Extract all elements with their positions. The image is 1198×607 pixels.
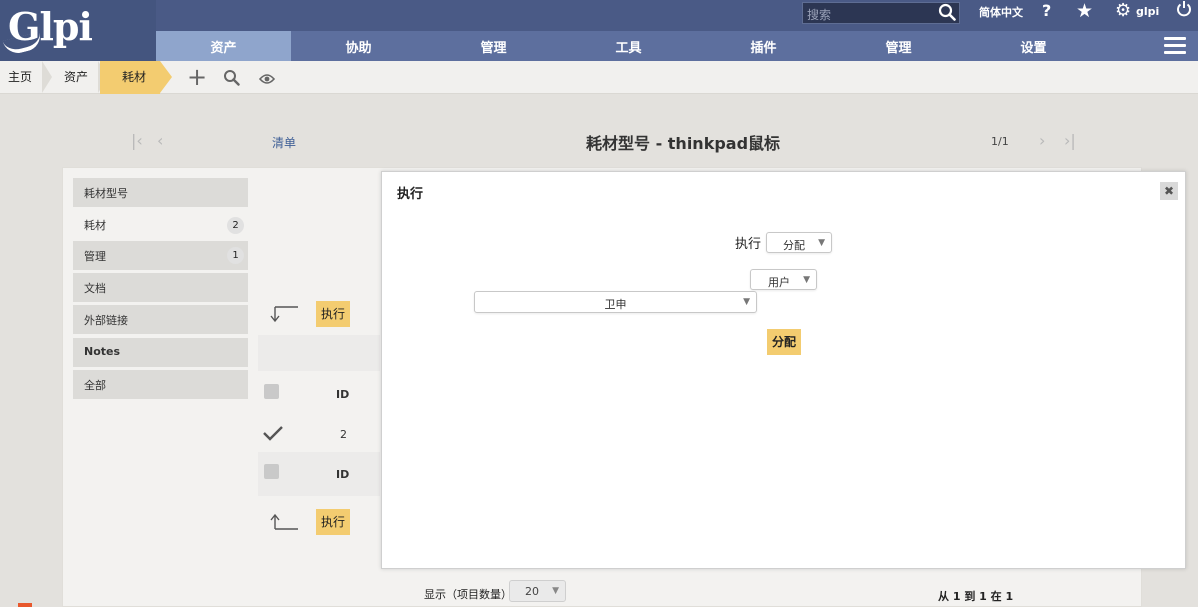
chevron-down-icon: ▼ xyxy=(803,275,810,285)
search-input[interactable]: 搜索 xyxy=(802,2,960,24)
tab-documents[interactable]: 文档 xyxy=(73,273,248,302)
logo[interactable]: Glpi xyxy=(0,0,156,61)
per-page-label: 显示（项目数量） xyxy=(424,588,512,601)
next-page-icon[interactable]: › xyxy=(1039,131,1045,150)
select-all-checkbox[interactable] xyxy=(264,384,279,399)
hamburger-menu-icon[interactable] xyxy=(1164,37,1186,55)
chevron-down-icon: ▼ xyxy=(818,238,825,248)
pagination-range: 从 1 到 1 在 1 xyxy=(938,590,1014,603)
nav-item-tools[interactable]: 工具 xyxy=(561,31,696,61)
tab-label: 管理 xyxy=(84,250,106,263)
chevron-down-icon: ▼ xyxy=(552,586,559,596)
row-id[interactable]: 2 xyxy=(340,428,347,441)
nav-item-assistance[interactable]: 协助 xyxy=(291,31,426,61)
language-link[interactable]: 简体中文 xyxy=(979,4,1023,20)
tab-management[interactable]: 管理 xyxy=(73,241,248,270)
help-icon[interactable]: ? xyxy=(1042,1,1051,20)
action-select[interactable]: 分配 ▼ xyxy=(766,232,832,253)
breadcrumb-consumables[interactable]: 耗材 xyxy=(100,61,160,94)
breadcrumb-separator xyxy=(42,61,52,93)
first-page-icon[interactable]: |‹ xyxy=(131,131,143,150)
nav-item-settings[interactable]: 设置 xyxy=(966,31,1101,61)
power-icon[interactable] xyxy=(1176,0,1192,18)
type-select-value: 用户 xyxy=(768,276,790,289)
action-select-value: 分配 xyxy=(783,239,805,252)
execute-button[interactable]: 执行 xyxy=(316,509,350,535)
star-icon[interactable]: ★ xyxy=(1076,0,1093,22)
gear-icon[interactable]: ⚙ xyxy=(1115,0,1131,21)
id-column-footer[interactable]: ID xyxy=(336,468,349,481)
chevron-down-icon: ▼ xyxy=(743,297,750,307)
page-count: 1/1 xyxy=(991,135,1009,148)
per-page-select[interactable]: 20 ▼ xyxy=(509,580,566,602)
arrow-down-left-icon xyxy=(270,306,298,323)
id-column-header[interactable]: ID xyxy=(336,388,349,401)
action-label: 执行 xyxy=(735,237,762,252)
nav-item-plugins[interactable]: 插件 xyxy=(696,31,831,61)
tab-label: 耗材 xyxy=(84,219,106,232)
breadcrumb xyxy=(0,61,1198,94)
add-icon[interactable]: + xyxy=(187,63,207,91)
page-title: 耗材型号 - thinkpad鼠标 xyxy=(586,134,781,153)
nav-item-assets[interactable]: 资产 xyxy=(156,31,291,61)
search-icon[interactable] xyxy=(938,3,956,21)
last-page-icon[interactable]: ›| xyxy=(1064,131,1076,150)
tab-consumables[interactable]: 耗材 xyxy=(73,210,248,239)
check-icon[interactable] xyxy=(262,424,284,442)
eye-icon[interactable] xyxy=(259,73,275,85)
search-icon[interactable] xyxy=(223,69,240,86)
corner-accent xyxy=(18,603,32,607)
breadcrumb-active-arrow xyxy=(160,61,172,93)
execute-button[interactable]: 执行 xyxy=(316,301,350,327)
nav-item-management[interactable]: 管理 xyxy=(426,31,561,61)
breadcrumb-assets[interactable]: 资产 xyxy=(64,61,88,94)
breadcrumb-home[interactable]: 主页 xyxy=(8,61,32,94)
close-icon[interactable]: ✖ xyxy=(1160,182,1178,200)
type-select[interactable]: 用户 ▼ xyxy=(750,269,817,290)
tab-all[interactable]: 全部 xyxy=(73,370,248,399)
nav-item-administration[interactable]: 管理 xyxy=(831,31,966,61)
tab-external-links[interactable]: 外部链接 xyxy=(73,305,248,334)
prev-page-icon[interactable]: ‹ xyxy=(157,131,163,150)
tab-badge: 2 xyxy=(227,217,244,234)
user-select[interactable]: 卫申 ▼ xyxy=(474,291,757,313)
select-all-checkbox[interactable] xyxy=(264,464,279,479)
list-link[interactable]: 清单 xyxy=(272,134,296,151)
user-select-value: 卫申 xyxy=(604,298,627,311)
user-link[interactable]: glpi xyxy=(1136,5,1159,18)
modal-title: 执行 xyxy=(397,187,424,202)
assign-button[interactable]: 分配 xyxy=(767,329,801,355)
arrow-up-left-icon xyxy=(270,513,298,530)
execute-modal xyxy=(381,171,1186,569)
table-header-row xyxy=(258,335,380,371)
tab-consumable-model[interactable]: 耗材型号 xyxy=(73,178,248,207)
tab-badge: 1 xyxy=(227,247,244,264)
per-page-value: 20 xyxy=(525,585,539,598)
tab-notes[interactable]: Notes xyxy=(73,338,248,367)
